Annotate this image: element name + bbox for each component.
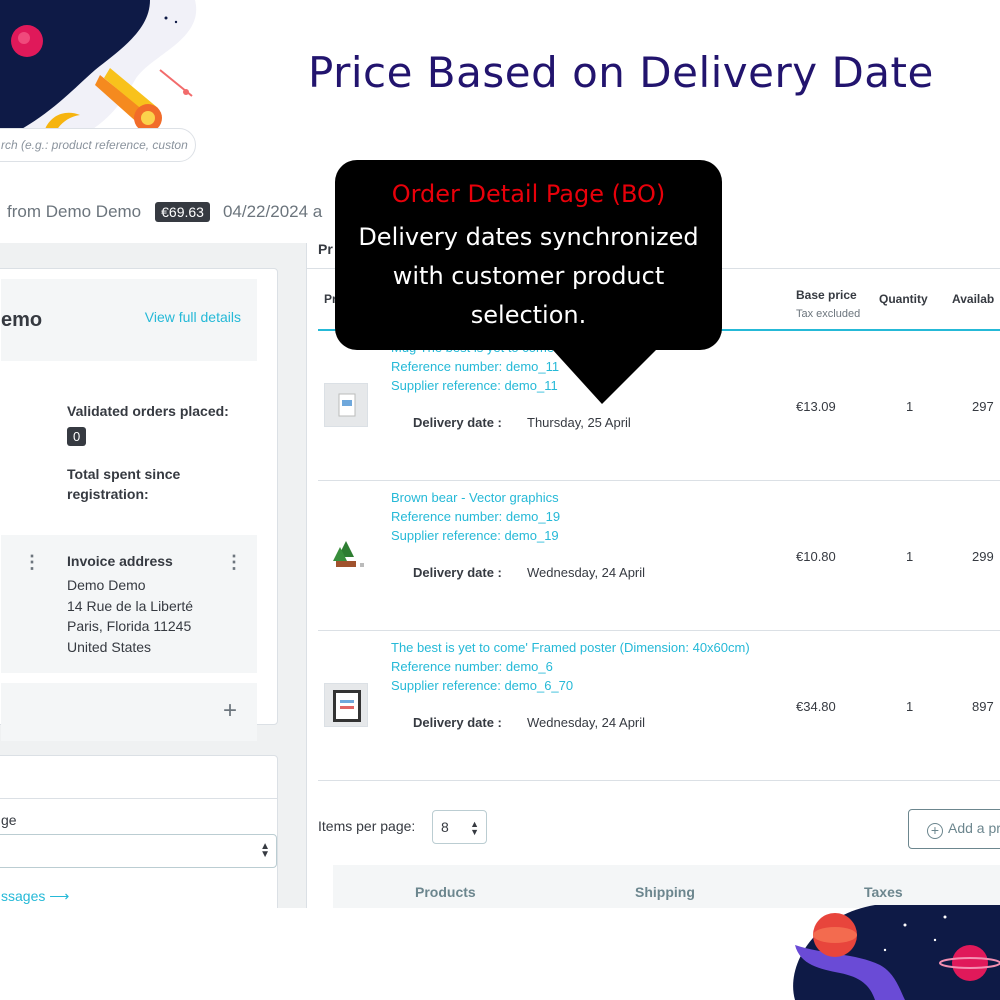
address-block: ⋮ ⋮ Invoice address Demo Demo 14 Rue de …	[1, 535, 257, 673]
divider	[0, 798, 277, 799]
add-note-row: +	[1, 683, 257, 741]
message-select[interactable]: ▲ ▼	[0, 834, 277, 868]
items-per-page-select[interactable]: 8 ▲ ▼	[432, 810, 487, 844]
messages-card: ge ▲ ▼ ssages ⟶	[0, 755, 278, 908]
delivery-date-value: Thursday, 25 April	[527, 415, 631, 430]
product-supplier-reference: Supplier reference: demo_19	[391, 528, 559, 543]
product-available: 897	[972, 699, 994, 714]
product-price: €13.09	[796, 399, 836, 414]
validated-orders-count: 0	[67, 427, 87, 446]
message-label: ge	[1, 812, 17, 828]
order-total-badge: €69.63	[155, 202, 210, 222]
callout-body: Delivery dates synchronized with custome…	[358, 223, 699, 329]
select-arrows-icon: ▲ ▼	[260, 841, 270, 860]
plus-icon[interactable]: +	[223, 699, 237, 723]
product-price: €10.80	[796, 549, 836, 564]
column-header-base-price: Base price	[796, 288, 857, 302]
column-header-base-price-sub: Tax excluded	[796, 308, 861, 320]
delivery-date-label: Delivery date :	[413, 415, 502, 430]
order-customer: from Demo Demo	[7, 202, 142, 221]
table-row: Mug The best is yet to come Reference nu…	[318, 331, 1000, 481]
product-name-link[interactable]: Brown bear - Vector graphics	[391, 488, 559, 507]
summary-header-taxes: Taxes	[864, 884, 903, 900]
products-card-title: Pr	[318, 243, 333, 257]
validated-orders-label: Validated orders placed:	[67, 403, 229, 419]
items-per-page-value: 8	[441, 819, 449, 835]
space-illustration-bottom	[793, 905, 1000, 1000]
product-available: 297	[972, 399, 994, 414]
add-product-button[interactable]: + Add a pr	[908, 809, 1000, 849]
delivery-date-label: Delivery date :	[413, 715, 502, 730]
customer-card: emo View full details Validated orders p…	[0, 268, 278, 741]
shipping-address-menu-icon[interactable]: ⋮	[23, 553, 41, 571]
product-available: 299	[972, 549, 994, 564]
select-arrows-icon: ▲ ▼	[470, 819, 479, 837]
product-quantity: 1	[906, 699, 914, 714]
invoice-address-line: United States	[67, 639, 152, 655]
delivery-date-value: Wednesday, 24 April	[527, 715, 646, 730]
invoice-address-line: Demo Demo	[67, 577, 146, 593]
view-messages-link[interactable]: ssages ⟶	[1, 888, 69, 905]
product-name-link[interactable]: The best is yet to come' Framed poster (…	[391, 638, 750, 657]
product-supplier-reference: Supplier reference: demo_11	[391, 378, 558, 393]
product-reference: Reference number: demo_6	[391, 659, 553, 674]
invoice-address-title: Invoice address	[67, 553, 173, 569]
delivery-date-value: Wednesday, 24 April	[527, 565, 646, 580]
product-supplier-reference: Supplier reference: demo_6_70	[391, 678, 574, 693]
column-header-quantity: Quantity	[879, 292, 928, 306]
order-date: 04/22/2024 a	[222, 202, 323, 221]
total-spent-label: Total spent since registration:	[67, 466, 181, 502]
summary-header-shipping: Shipping	[635, 884, 695, 900]
delivery-date-label: Delivery date :	[413, 565, 502, 580]
product-thumbnail-bear	[324, 533, 368, 577]
invoice-address-line: Paris, Florida 11245	[67, 618, 192, 634]
product-quantity: 1	[906, 399, 914, 414]
column-header-available: Availab	[952, 292, 995, 306]
add-product-label: Add a pr	[948, 820, 1000, 836]
items-per-page-label: Items per page:	[318, 818, 416, 834]
product-thumbnail-mug	[324, 383, 368, 427]
callout-pointer	[552, 349, 657, 404]
customer-name: emo	[1, 309, 43, 331]
callout-title: Order Detail Page (BO)	[391, 180, 666, 208]
product-thumbnail-poster	[324, 683, 368, 727]
search-input[interactable]: rch (e.g.: product reference, custon	[0, 128, 196, 162]
plus-circle-icon: +	[927, 823, 943, 839]
callout-bubble: Order Detail Page (BO) Delivery dates sy…	[335, 160, 722, 350]
product-quantity: 1	[906, 549, 914, 564]
banner-title: Price Based on Delivery Date	[308, 48, 934, 97]
summary-header-products: Products	[415, 884, 476, 900]
invoice-address-menu-icon[interactable]: ⋮	[225, 553, 243, 571]
customer-header: emo View full details	[1, 279, 257, 361]
order-header: from Demo Demo €69.63 04/22/2024 a	[0, 200, 322, 224]
product-reference: Reference number: demo_19	[391, 509, 561, 524]
table-row: Brown bear - Vector graphics Reference n…	[318, 481, 1000, 631]
order-summary-header: Products Shipping Taxes	[333, 865, 1000, 908]
product-reference: Reference number: demo_11	[391, 359, 560, 374]
view-full-details-link[interactable]: View full details	[145, 309, 241, 325]
product-price: €34.80	[796, 699, 836, 714]
invoice-address-line: 14 Rue de la Liberté	[67, 598, 194, 614]
table-row: The best is yet to come' Framed poster (…	[318, 631, 1000, 781]
